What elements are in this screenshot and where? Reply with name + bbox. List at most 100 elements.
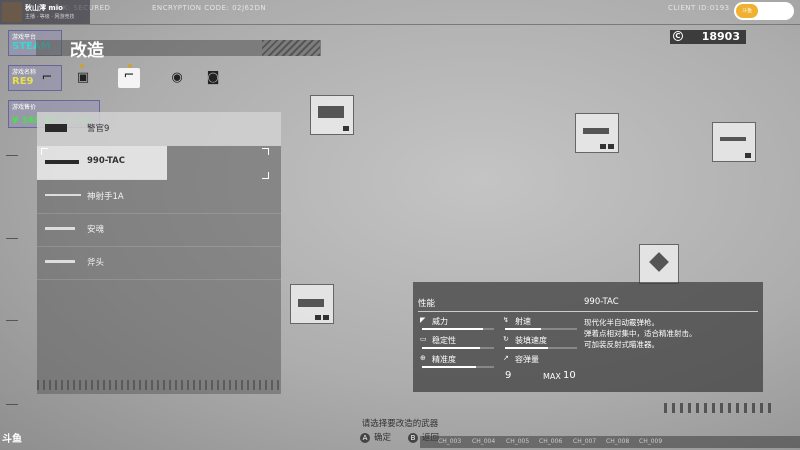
part-node-magazine[interactable] xyxy=(290,284,334,324)
selection-corner xyxy=(262,172,269,179)
handgun-icon xyxy=(45,124,67,132)
slot-indicator xyxy=(745,153,751,158)
chapter-label: CH_006 xyxy=(539,438,563,445)
chapter-label: CH_007 xyxy=(573,438,597,445)
weapon-row[interactable]: 警官9 xyxy=(37,112,281,146)
shotgun-icon: ⌐ xyxy=(123,68,135,83)
chapter-bar: CH_003 CH_004 CH_005 CH_006 CH_007 CH_00… xyxy=(420,436,800,448)
slot-indicator xyxy=(600,144,606,149)
decor-ticks xyxy=(664,403,774,413)
capacity-value: 9 xyxy=(505,370,512,381)
weapon-row[interactable]: 斧头 xyxy=(37,246,281,280)
selection-corner xyxy=(262,148,269,155)
accuracy-icon: ⊕ xyxy=(420,354,426,362)
chapter-label: CH_003 xyxy=(438,438,462,445)
selection-corner xyxy=(41,148,48,155)
streamer-name: 秋山澪 mio xyxy=(25,4,63,12)
camera-icon: ◙ xyxy=(206,70,220,85)
fire-rate-icon: ↯ xyxy=(503,316,509,324)
stat-bar xyxy=(505,347,577,349)
weapon-row-selected[interactable]: 990-TAC xyxy=(37,146,167,180)
slot-indicator xyxy=(343,126,349,131)
page-title: 改造 xyxy=(70,41,104,61)
power-icon: ◤ xyxy=(420,316,426,324)
handgun-icon: ⌐ xyxy=(41,70,53,85)
description-line: 现代化半自动霰弹枪。 xyxy=(584,318,659,327)
currency-display: C 18903 xyxy=(670,30,746,44)
game-label: 游戏名称 xyxy=(12,69,37,76)
weapon-name: 神射手1A xyxy=(87,192,124,202)
weapon-name: 990-TAC xyxy=(87,156,125,166)
pouch-icon: ▣ xyxy=(76,70,90,85)
selection-hint: 请选择要改造的武器 xyxy=(361,419,439,429)
category-handgun[interactable]: ⌐ xyxy=(36,70,58,90)
stat-label: 威力 xyxy=(432,317,448,326)
game-value: RE9 xyxy=(12,76,34,87)
stock-icon xyxy=(720,137,746,141)
reload-icon: ↻ xyxy=(503,335,509,343)
stats-panel: 性能 990-TAC ◤ 威力 ↯ 射速 ▭ 稳定性 ↻ 装填速度 ⊕ 精准度 … xyxy=(413,282,763,392)
category-grenade[interactable]: ◉ xyxy=(166,70,188,90)
stat-label: 装填速度 xyxy=(515,336,547,345)
shotgun-icon xyxy=(45,160,79,164)
part-node-ammo[interactable] xyxy=(639,244,679,284)
sight-icon xyxy=(318,106,344,118)
chapter-label: CH_004 xyxy=(472,438,496,445)
stat-fill xyxy=(422,347,480,349)
stat-bar xyxy=(505,328,577,330)
streamer-follow-pill[interactable]: 斗鱼 xyxy=(734,2,794,20)
stat-bar xyxy=(422,328,494,330)
description-line: 可加装反射式瞄准器。 xyxy=(584,340,659,349)
streamer-card: 秋山澪 mio 主播 · 等级 · 网游竞技 xyxy=(0,0,90,24)
encryption-code: ENCRYPTION CODE: 02J62DN xyxy=(152,4,267,12)
rifle-icon xyxy=(45,194,81,196)
header-divider xyxy=(0,24,800,25)
stat-bar xyxy=(422,366,494,368)
weapon-row[interactable]: 神射手1A xyxy=(37,180,281,214)
platform-label: 游戏平台 xyxy=(12,34,37,41)
max-value: 10 xyxy=(563,370,576,381)
stat-fill xyxy=(505,328,541,330)
stability-icon: ▭ xyxy=(420,335,427,343)
side-mark xyxy=(6,155,18,156)
max-label: MAX xyxy=(543,372,561,381)
revolver-icon xyxy=(45,227,75,230)
confirm-label: 确定 xyxy=(374,433,392,443)
avatar xyxy=(2,2,22,22)
streamer-subtitle: 主播 · 等级 · 网游竞技 xyxy=(25,14,75,20)
stat-accuracy: ⊕ 精准度 xyxy=(418,354,496,376)
part-node-sight[interactable] xyxy=(310,95,354,135)
weapon-name: 警官9 xyxy=(87,124,110,134)
weapon-list: 警官9 990-TAC 神射手1A 安魂 斧头 xyxy=(37,112,281,394)
side-mark xyxy=(6,320,18,321)
category-pouch[interactable]: ▣ xyxy=(72,70,94,90)
logo: 斗鱼 xyxy=(2,434,22,445)
magazine-icon xyxy=(298,299,324,307)
stat-fill xyxy=(422,328,484,330)
stat-bar xyxy=(422,347,494,349)
slot-indicator xyxy=(608,144,614,149)
part-node-stock[interactable] xyxy=(712,122,756,162)
weapon-description: 现代化半自动霰弹枪。 弹着点相对集中，适合精准射击。 可加装反射式瞄准器。 xyxy=(584,317,754,350)
stats-divider xyxy=(418,311,758,312)
chapter-label: CH_005 xyxy=(506,438,530,445)
stat-label: 容弹量 xyxy=(515,355,539,364)
category-shotgun[interactable]: ⌐ xyxy=(118,68,140,88)
barrel-icon xyxy=(583,128,609,134)
top-info-bar: LINK: SECURED ENCRYPTION CODE: 02J62DN C… xyxy=(0,0,800,20)
grenade-icon: ◉ xyxy=(171,70,183,85)
part-node-barrel[interactable] xyxy=(575,113,619,153)
weapon-title: 990-TAC xyxy=(584,297,619,307)
confirm-button[interactable]: A 确定 xyxy=(360,431,391,443)
weapon-name: 安魂 xyxy=(87,225,105,235)
client-id: CLIENT ID:0193 xyxy=(668,4,730,12)
stat-label: 稳定性 xyxy=(432,336,456,345)
description-line: 弹着点相对集中，适合精准射击。 xyxy=(584,329,697,338)
weapon-row[interactable]: 安魂 xyxy=(37,213,281,247)
category-camera[interactable]: ◙ xyxy=(202,70,224,90)
slot-indicator xyxy=(323,315,329,320)
side-mark xyxy=(6,238,18,239)
stat-fill xyxy=(505,347,549,349)
price-label: 游戏售价 xyxy=(12,104,37,111)
a-button-icon: A xyxy=(360,433,370,443)
